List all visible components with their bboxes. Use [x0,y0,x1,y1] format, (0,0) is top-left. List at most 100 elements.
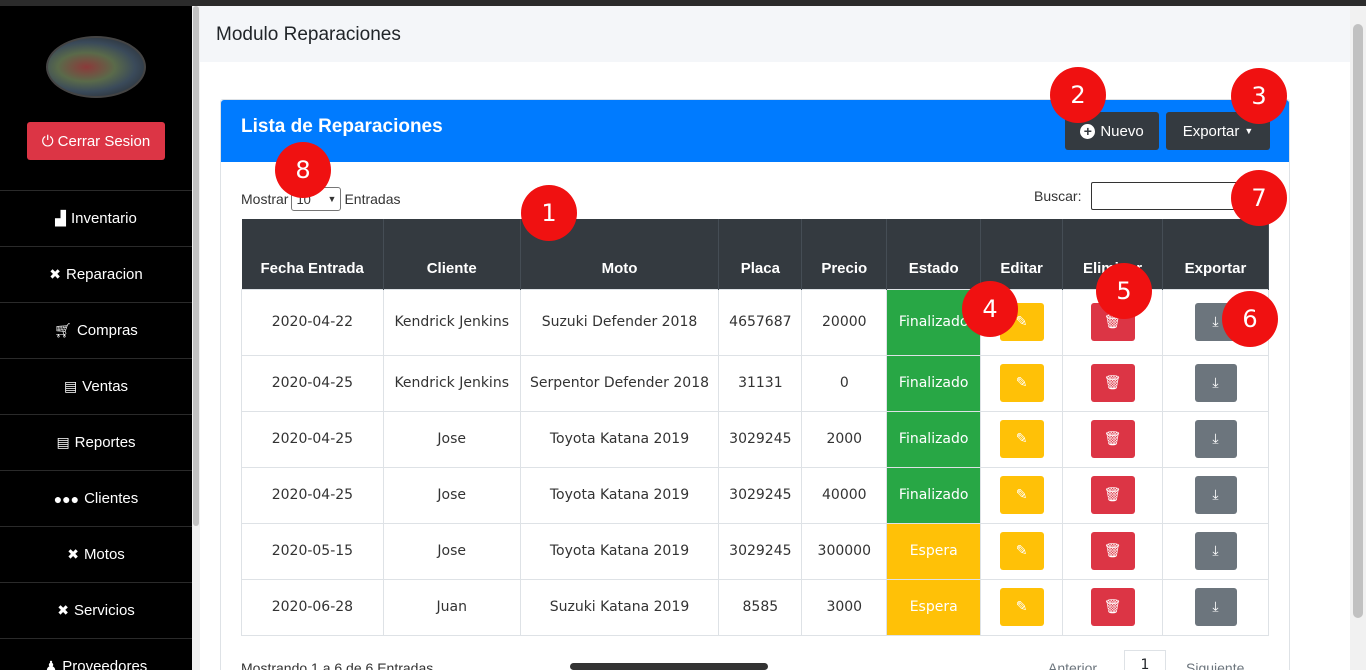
table-row: 2020-04-25 Jose Toyota Katana 2019 3029245 2… [241,410,1269,468]
page-scrollbar-thumb[interactable] [1353,24,1363,618]
export-row-button[interactable]: ⤓ [1194,588,1237,626]
download-icon: ⤓ [1212,375,1219,391]
tools-icon: ✖ [67,546,79,562]
column-header-cliente[interactable]: Cliente [383,219,521,289]
cell-placa: 3029245 [718,410,803,468]
cell-action: 🗑︎ [1062,522,1163,580]
delete-button[interactable]: 🗑︎ [1090,532,1135,570]
show-label: Mostrar [241,191,289,207]
card-title: Lista de Reparaciones [241,116,443,137]
pagination-next[interactable]: Siguiente [1186,660,1244,670]
column-header-estado[interactable]: Estado [886,219,982,289]
sidebar-scrollbar-thumb[interactable] [193,6,199,526]
cell-action: 🗑︎ [1062,354,1163,412]
cell-action: ✎ [980,354,1064,412]
cell-action: ⤓ [1162,354,1269,412]
avatar [46,36,146,98]
cell-precio: 2000 [801,410,888,468]
delete-button[interactable]: 🗑︎ [1090,476,1135,514]
cell-precio: 40000 [801,466,888,524]
export-row-button[interactable]: ⤓ [1194,532,1237,570]
sidebar-scrollbar[interactable] [192,6,200,670]
sidebar-item-label: Reparacion [66,266,143,283]
delete-button[interactable]: 🗑︎ [1090,364,1135,402]
cell-action: 🗑︎ [1062,466,1163,524]
edit-button[interactable]: ✎ [999,420,1044,458]
search-input[interactable] [1091,182,1241,210]
pagination-previous[interactable]: Anterior [1048,660,1097,670]
cell-placa: 4657687 [718,288,803,356]
edit-icon: ✎ [1015,314,1028,330]
column-header-editar[interactable]: Editar [980,219,1064,289]
edit-icon: ✎ [1015,487,1028,503]
cell-action: ✎ [980,578,1064,636]
cell-moto: Suzuki Katana 2019 [519,578,720,636]
trash-icon: 🗑︎ [1103,543,1122,559]
cell-cliente: Jose [382,410,521,468]
sidebar-item-label: Motos [83,546,125,563]
export-row-button[interactable]: ⤓ [1194,476,1237,514]
edit-button[interactable]: ✎ [999,476,1044,514]
cell-precio: 300000 [801,522,888,580]
sidebar-item-reparacion[interactable]: ✖ Reparacion [0,246,192,302]
column-header-precio[interactable]: Precio [801,219,888,289]
cell-fecha: 2020-04-22 [241,288,384,356]
edit-button[interactable]: ✎ [999,532,1044,570]
cash-register-icon: ▤ [56,434,70,450]
sidebar-item-label: Proveedores [62,658,148,670]
sidebar-item-clientes[interactable]: ●●● Clientes [0,470,192,526]
cell-placa: 3029245 [718,522,803,580]
cell-moto: Toyota Katana 2019 [519,410,720,468]
edit-button[interactable]: ✎ [999,364,1044,402]
edit-icon: ✎ [1015,375,1028,391]
edit-icon: ✎ [1015,599,1028,615]
logout-label: Cerrar Sesion [57,132,151,150]
sidebar-item-inventario[interactable]: ▟ Inventario [0,190,192,246]
sidebar-item-proveedores[interactable]: ♟ Proveedores [0,638,192,670]
cell-moto: Suzuki Defender 2018 [519,288,720,356]
trash-icon: 🗑︎ [1103,599,1122,615]
sidebar-item-label: Reportes [74,434,136,451]
new-button-label: Nuevo [1100,122,1144,140]
delete-button[interactable]: 🗑︎ [1090,588,1135,626]
table-row: 2020-04-25 Jose Toyota Katana 2019 3029245 4… [241,466,1269,524]
status-badge: Finalizado [886,354,982,412]
export-row-button[interactable]: ⤓ [1194,420,1237,458]
download-icon: ⤓ [1212,543,1219,559]
page-scrollbar[interactable] [1350,6,1366,670]
logout-button[interactable]: ⏻ Cerrar Sesion [27,122,165,160]
edit-button[interactable]: ✎ [999,588,1044,626]
cell-action: ✎ [980,522,1064,580]
column-header-exportar[interactable]: Exportar [1162,219,1269,289]
table-info: Mostrando 1 a 6 de 6 Entradas [241,660,434,670]
download-icon: ⤓ [1212,431,1219,447]
cell-placa: 8585 [718,578,803,636]
cell-moto: Toyota Katana 2019 [519,522,720,580]
marker-1: 1 [521,185,577,241]
sidebar-item-reportes[interactable]: ▤ Reportes [0,414,192,470]
power-icon: ⏻ [41,132,54,150]
delete-button[interactable]: 🗑︎ [1090,420,1135,458]
sidebar: ⏻ Cerrar Sesion ▟ Inventario ✖ Reparacio… [0,6,192,670]
table-row: 2020-04-25 Kendrick Jenkins Serpentor Defe… [241,354,1269,412]
cell-cliente: Jose [382,466,521,524]
pagination-page[interactable]: 1 [1124,650,1166,670]
column-header-placa[interactable]: Placa [718,219,803,289]
export-row-button[interactable]: ⤓ [1194,364,1237,402]
cell-precio: 20000 [801,288,888,356]
trash-icon: 🗑︎ [1103,375,1122,391]
sidebar-item-compras[interactable]: 🛒︎ Compras [0,302,192,358]
marker-8: 8 [275,142,331,198]
column-header-fecha[interactable]: Fecha Entrada [241,219,384,289]
sidebar-item-motos[interactable]: ✖ Motos [0,526,192,582]
sidebar-item-ventas[interactable]: ▤ Ventas [0,358,192,414]
sidebar-item-servicios[interactable]: ✖ Servicios [0,582,192,638]
marker-6: 6 [1222,291,1278,347]
content-header: Modulo Reparaciones [200,6,1350,62]
chevron-down-icon: ▼ [327,194,337,204]
cell-action: 🗑︎ [1062,410,1163,468]
sidebar-item-label: Ventas [82,378,129,395]
cell-cliente: Juan [382,578,521,636]
horizontal-scrollbar[interactable] [570,663,768,670]
table-row: 2020-06-28 Juan Suzuki Katana 2019 8585 3000… [241,578,1269,636]
